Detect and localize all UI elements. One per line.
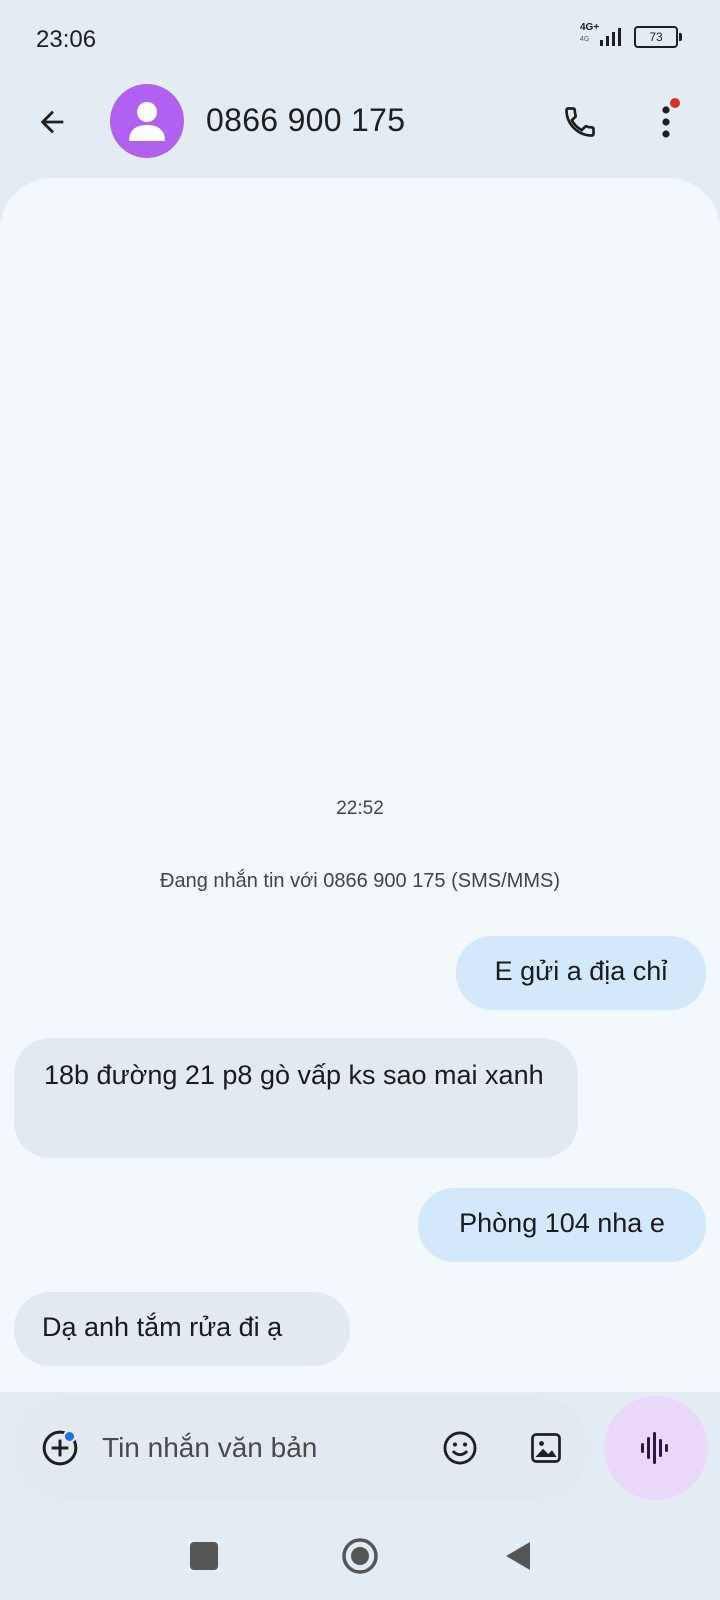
contact-name[interactable]: 0866 900 175 xyxy=(206,102,405,139)
recents-button[interactable] xyxy=(190,1542,218,1570)
battery-icon: 73 xyxy=(634,26,682,48)
incoming-message[interactable]: Dạ anh tắm rửa đi ạ xyxy=(14,1292,350,1366)
network-label: 4G+ xyxy=(580,22,600,33)
emoji-button[interactable] xyxy=(436,1424,484,1472)
emoji-icon xyxy=(443,1431,477,1465)
outgoing-message[interactable]: E gửi a địa chỉ xyxy=(456,936,706,1010)
status-bar: 23:06 4G+ 4G 73 xyxy=(0,0,720,76)
system-navigation-bar xyxy=(0,1520,720,1600)
outgoing-message[interactable]: Phòng 104 nha e xyxy=(418,1188,706,1262)
more-vert-icon xyxy=(662,106,670,138)
back-button[interactable] xyxy=(28,98,76,146)
signal-icon: 4G+ 4G xyxy=(578,22,624,50)
voice-message-button[interactable] xyxy=(604,1396,708,1500)
person-icon xyxy=(129,102,165,141)
contact-avatar[interactable] xyxy=(110,84,184,158)
attach-indicator-dot xyxy=(63,1430,76,1443)
gallery-button[interactable] xyxy=(522,1424,570,1472)
more-options-button[interactable] xyxy=(642,94,690,150)
message-input[interactable] xyxy=(102,1426,402,1470)
notification-dot xyxy=(670,98,680,108)
voice-waveform-icon xyxy=(641,1432,668,1464)
app-bar: 0866 900 175 xyxy=(0,76,720,172)
nav-back-button[interactable] xyxy=(500,1538,536,1574)
home-button[interactable] xyxy=(340,1536,380,1576)
call-button[interactable] xyxy=(556,98,604,146)
attach-button[interactable] xyxy=(36,1424,84,1472)
status-time: 23:06 xyxy=(36,26,97,53)
image-icon xyxy=(531,1433,561,1463)
arrow-back-icon xyxy=(40,110,64,134)
phone-icon xyxy=(565,107,595,137)
thread-info: Đang nhắn tin với 0866 900 175 (SMS/MMS) xyxy=(160,870,560,892)
message-composer xyxy=(14,1396,588,1500)
incoming-message[interactable]: 18b đường 21 p8 gò vấp ks sao mai xanh xyxy=(14,1038,578,1158)
network-sub-label: 4G xyxy=(580,36,590,43)
home-circle-icon xyxy=(342,1538,378,1574)
message-timestamp: 22:52 xyxy=(336,798,384,819)
status-indicators: 4G+ 4G 73 xyxy=(578,22,682,50)
triangle-back-icon xyxy=(506,1542,530,1570)
